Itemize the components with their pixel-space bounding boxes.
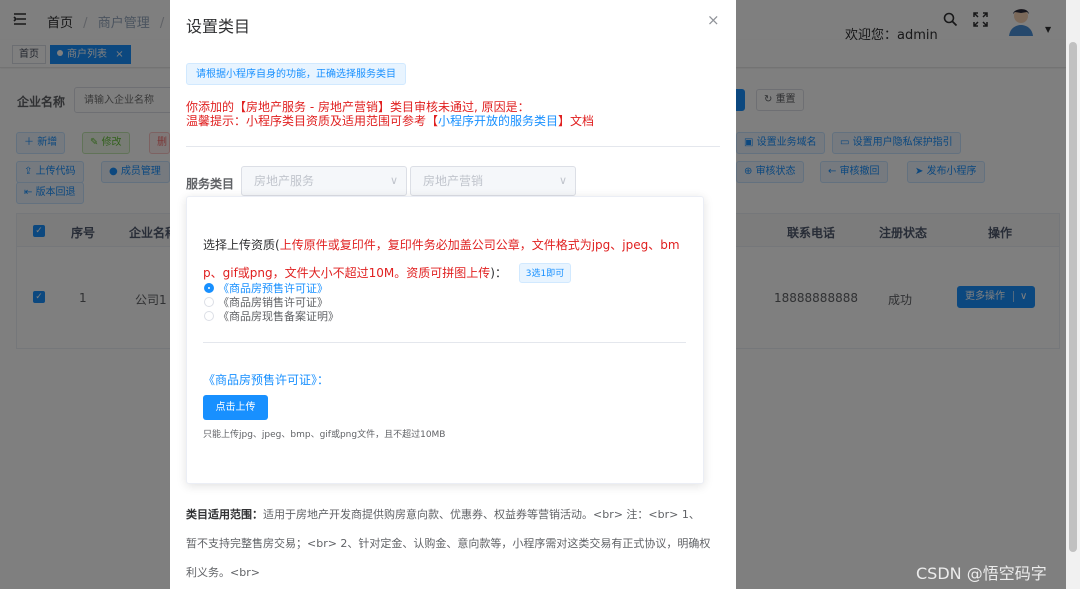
option-record-certificate[interactable]: 《商品房现售备案证明》 xyxy=(218,308,339,324)
choose-one-badge: 3选1即可 xyxy=(518,263,572,283)
chevron-down-icon: ∨ xyxy=(558,174,567,187)
dialog-title: 设置类目 xyxy=(186,17,251,36)
category-label: 服务类目 xyxy=(186,177,235,191)
set-category-dialog: 设置类目 × 请根据小程序自身的功能，正确选择服务类目 你添加的【房地产服务 -… xyxy=(170,0,736,589)
hint-line: 温馨提示：小程序类目资质及适用范围可参考【小程序开放的服务类目】文档 xyxy=(186,114,595,128)
service-category-doc-link[interactable]: 小程序开放的服务类目 xyxy=(438,114,558,128)
upload-button[interactable]: 点击上传 xyxy=(203,395,268,420)
close-icon[interactable]: × xyxy=(707,11,720,29)
info-tip: 请根据小程序自身的功能，正确选择服务类目 xyxy=(186,63,406,85)
scrollbar-thumb[interactable] xyxy=(1069,42,1077,552)
radio-record-certificate[interactable] xyxy=(204,311,214,321)
category-scope: 类目适用范围：适用于房地产开发商提供购房意向款、优惠券、权益券等营销活动。<br… xyxy=(186,508,711,579)
qualification-panel: 选择上传资质(上传原件或复印件，复印件务必加盖公司公章，文件格式为jpg、jpe… xyxy=(186,196,704,484)
divider xyxy=(186,146,720,147)
scope-label: 类目适用范围： xyxy=(186,508,263,521)
primary-category-select[interactable]: 房地产服务 ∨ xyxy=(241,166,407,196)
panel-divider xyxy=(203,342,686,343)
radio-presale-license[interactable] xyxy=(204,283,214,293)
qualification-instructions: 选择上传资质(上传原件或复印件，复印件务必加盖公司公章，文件格式为jpg、jpe… xyxy=(203,231,693,287)
radio-sale-license[interactable] xyxy=(204,297,214,307)
secondary-category-select[interactable]: 房地产营销 ∨ xyxy=(410,166,576,196)
upload-tip: 只能上传jpg、jpeg、bmp、gif或png文件，且不超过10MB xyxy=(203,430,446,440)
selected-qualification-label: 《商品房预售许可证》： xyxy=(203,373,330,387)
watermark: CSDN @悟空码字 xyxy=(916,564,1047,583)
chevron-down-icon: ∨ xyxy=(389,174,398,187)
